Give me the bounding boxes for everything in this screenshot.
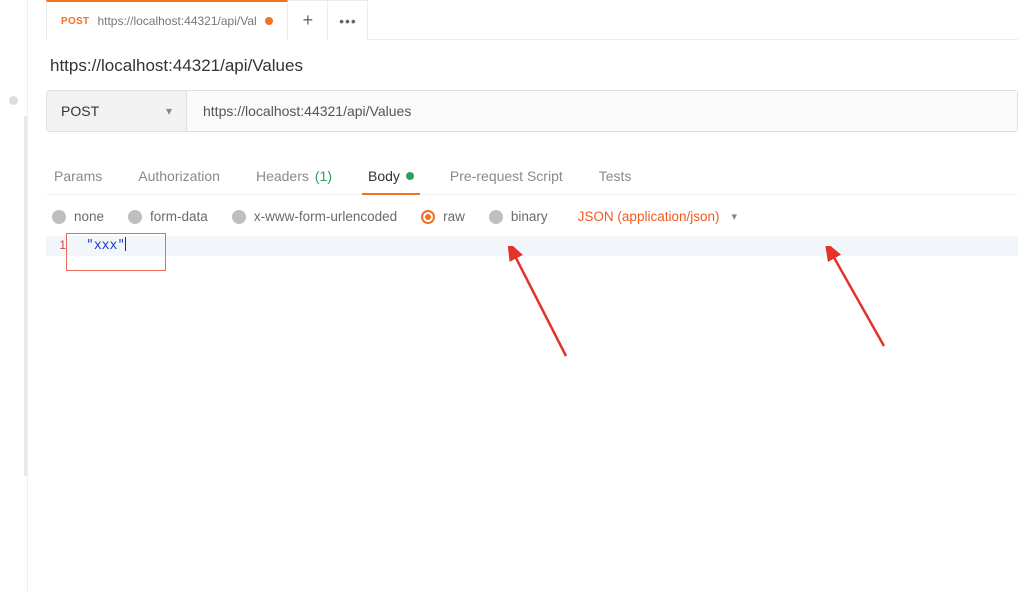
sidebar-indicator [9, 96, 18, 105]
body-type-options: none form-data x-www-form-urlencoded raw… [46, 195, 1018, 234]
body-option-binary[interactable]: binary [489, 209, 548, 224]
tab-headers-label: Headers [256, 168, 309, 184]
body-editor[interactable]: 1 "xxx" [46, 236, 1018, 256]
chevron-down-icon: ▾ [731, 210, 737, 223]
tab-authorization-label: Authorization [138, 168, 220, 184]
tab-prescript-label: Pre-request Script [450, 168, 563, 184]
tab-pre-request-script[interactable]: Pre-request Script [448, 158, 565, 194]
editor-line-1[interactable]: "xxx" [46, 236, 1018, 256]
more-icon: ••• [339, 13, 357, 29]
body-option-raw-label: raw [443, 209, 465, 224]
content-type-select[interactable]: JSON (application/json) ▾ [578, 209, 737, 224]
request-title: https://localhost:44321/api/Values [46, 40, 1018, 90]
unsaved-indicator-icon [265, 17, 273, 25]
tab-headers[interactable]: Headers (1) [254, 158, 334, 194]
line-number: 1 [52, 238, 66, 252]
body-option-none[interactable]: none [52, 209, 104, 224]
tab-tests[interactable]: Tests [597, 158, 634, 194]
text-caret [125, 237, 126, 251]
chevron-down-icon: ▾ [166, 104, 172, 118]
body-option-form-data[interactable]: form-data [128, 209, 208, 224]
tab-title: https://localhost:44321/api/Valu [97, 14, 257, 28]
radio-icon [232, 210, 246, 224]
request-tab[interactable]: POST https://localhost:44321/api/Valu [46, 0, 288, 40]
body-option-binary-label: binary [511, 209, 548, 224]
tab-options-button[interactable]: ••• [328, 0, 368, 40]
tab-method-badge: POST [61, 16, 89, 27]
http-method-value: POST [61, 103, 99, 119]
new-tab-button[interactable]: + [288, 0, 328, 40]
request-section-tabs: Params Authorization Headers (1) Body Pr… [46, 158, 1018, 195]
tab-headers-count: (1) [315, 168, 332, 184]
tab-body-label: Body [368, 168, 400, 184]
body-option-urlencoded-label: x-www-form-urlencoded [254, 209, 397, 224]
radio-selected-icon [421, 210, 435, 224]
body-option-urlencoded[interactable]: x-www-form-urlencoded [232, 209, 397, 224]
body-option-formdata-label: form-data [150, 209, 208, 224]
http-method-select[interactable]: POST ▾ [47, 91, 187, 131]
sidebar-resize-handle[interactable] [24, 116, 27, 476]
content-type-label: JSON (application/json) [578, 209, 720, 224]
body-option-none-label: none [74, 209, 104, 224]
tab-params-label: Params [54, 168, 102, 184]
url-input[interactable] [187, 91, 1017, 131]
radio-icon [52, 210, 66, 224]
tab-authorization[interactable]: Authorization [136, 158, 222, 194]
editor-text: "xxx" [86, 238, 125, 253]
tab-params[interactable]: Params [52, 158, 104, 194]
tab-tests-label: Tests [599, 168, 632, 184]
tab-strip: POST https://localhost:44321/api/Valu + … [46, 0, 1018, 40]
tab-body[interactable]: Body [366, 158, 416, 194]
plus-icon: + [303, 10, 314, 31]
body-option-raw[interactable]: raw [421, 209, 465, 224]
radio-icon [489, 210, 503, 224]
radio-icon [128, 210, 142, 224]
url-bar: POST ▾ [46, 90, 1018, 132]
body-active-indicator-icon [406, 172, 414, 180]
